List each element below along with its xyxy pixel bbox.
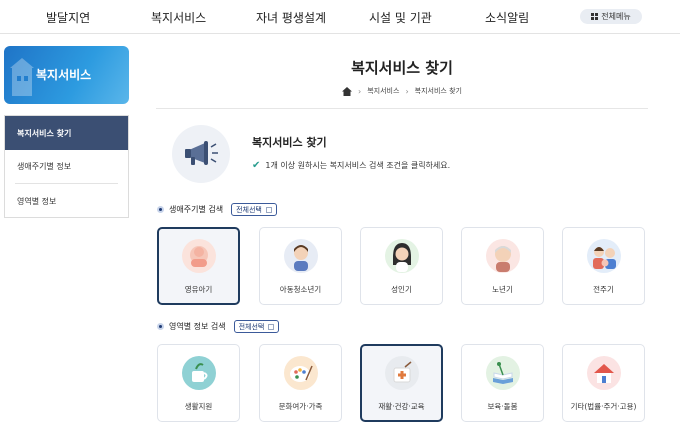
card-childcare[interactable]: 보육·돌봄: [461, 344, 544, 422]
all-menu-label: 전체메뉴: [601, 12, 631, 21]
select-all-label: 전체선택: [236, 205, 262, 214]
family-icon: [586, 239, 621, 273]
checkbox-icon: [268, 323, 275, 330]
lifecycle-section-heading: 생애주기별 검색 전체선택: [157, 203, 277, 216]
house-icon: [586, 356, 621, 390]
all-menu-button[interactable]: 전체메뉴: [580, 9, 642, 24]
baby-icon: [181, 239, 216, 273]
intro-title: 복지서비스 찾기: [252, 136, 327, 149]
card-all-cycle[interactable]: 전주기: [562, 227, 645, 305]
nav-item-facilities[interactable]: 시설 및 기관: [369, 9, 432, 26]
select-all-label: 전체선택: [238, 322, 265, 331]
card-rehab-health-edu[interactable]: 재활·건강·교육: [360, 344, 443, 422]
sidebar-banner: 복지서비스: [4, 46, 129, 104]
domain-heading-text: 영역별 정보 검색: [169, 322, 226, 331]
card-child-youth[interactable]: 아동청소년기: [259, 227, 342, 305]
lifecycle-select-all-button[interactable]: 전체선택: [231, 203, 277, 216]
breadcrumb: › 복지서비스 › 복지서비스 찾기: [156, 86, 648, 96]
card-label: 노년기: [492, 285, 513, 294]
building-icon: [10, 58, 34, 96]
palette-icon: [283, 356, 318, 390]
home-icon[interactable]: [342, 86, 353, 96]
megaphone-icon: [172, 125, 230, 183]
intro-description: ✔ 1개 이상 원하시는 복지서비스 검색 조건을 클릭하세요.: [252, 160, 450, 171]
bullet-icon: [157, 323, 164, 330]
chevron-right-icon: ›: [358, 86, 362, 96]
card-label: 전주기: [593, 285, 614, 294]
check-icon: ✔: [252, 160, 261, 171]
domain-select-all-button[interactable]: 전체선택: [233, 320, 280, 333]
card-label: 문화여가·가족: [278, 402, 323, 411]
top-navigation: 발달지연 복지서비스 자녀 평생설계 시설 및 기관 소식알림 전체메뉴: [0, 0, 680, 34]
card-label: 보육·돌봄: [487, 402, 518, 411]
checkbox-icon: [265, 206, 272, 213]
book-icon: [485, 356, 520, 390]
sidebar-menu: 복지서비스 찾기 생애주기별 정보 영역별 정보: [4, 115, 129, 218]
divider: [156, 108, 648, 109]
cup-icon: [181, 356, 216, 390]
sidebar-banner-title: 복지서비스: [36, 68, 92, 82]
card-label: 성인기: [391, 285, 412, 294]
intro-description-text: 1개 이상 원하시는 복지서비스 검색 조건을 클릭하세요.: [265, 161, 451, 170]
card-living-support[interactable]: 생활지원: [157, 344, 240, 422]
nav-item-child-lifeplan[interactable]: 자녀 평생설계: [256, 9, 326, 26]
child-icon: [283, 239, 318, 273]
card-infant[interactable]: 영유아기: [157, 227, 240, 305]
card-label: 아동청소년기: [279, 285, 322, 294]
card-label: 재활·건강·교육: [378, 402, 425, 411]
grid-icon: [591, 13, 599, 20]
chevron-right-icon: ›: [405, 86, 409, 96]
card-etc-legal-housing-employment[interactable]: 기타(법률·주거·고용): [562, 344, 645, 422]
card-adult[interactable]: 성인기: [360, 227, 443, 305]
adult-icon: [384, 239, 419, 273]
sidebar-item-lifecycle[interactable]: 생애주기별 정보: [15, 150, 118, 184]
lifecycle-heading-text: 생애주기별 검색: [169, 205, 224, 214]
nav-item-welfare-service[interactable]: 복지서비스: [151, 9, 206, 26]
card-culture-family[interactable]: 문화여가·가족: [259, 344, 342, 422]
nav-item-news[interactable]: 소식알림: [485, 9, 529, 26]
card-label: 영유아기: [184, 285, 213, 294]
card-label: 기타(법률·주거·고용): [570, 402, 637, 411]
sidebar-item-find-welfare[interactable]: 복지서비스 찾기: [5, 116, 128, 150]
breadcrumb-item-current: 복지서비스 찾기: [414, 87, 462, 95]
card-label: 생활지원: [184, 402, 213, 411]
nav-item-development-delay[interactable]: 발달지연: [46, 9, 90, 26]
breadcrumb-item[interactable]: 복지서비스: [367, 86, 399, 96]
health-icon: [384, 356, 419, 390]
sidebar-item-domain[interactable]: 영역별 정보: [5, 184, 128, 218]
elder-icon: [485, 239, 520, 273]
bullet-icon: [157, 206, 164, 213]
domain-section-heading: 영역별 정보 검색 전체선택: [157, 320, 280, 333]
card-elderly[interactable]: 노년기: [461, 227, 544, 305]
page-title: 복지서비스 찾기: [351, 59, 453, 77]
